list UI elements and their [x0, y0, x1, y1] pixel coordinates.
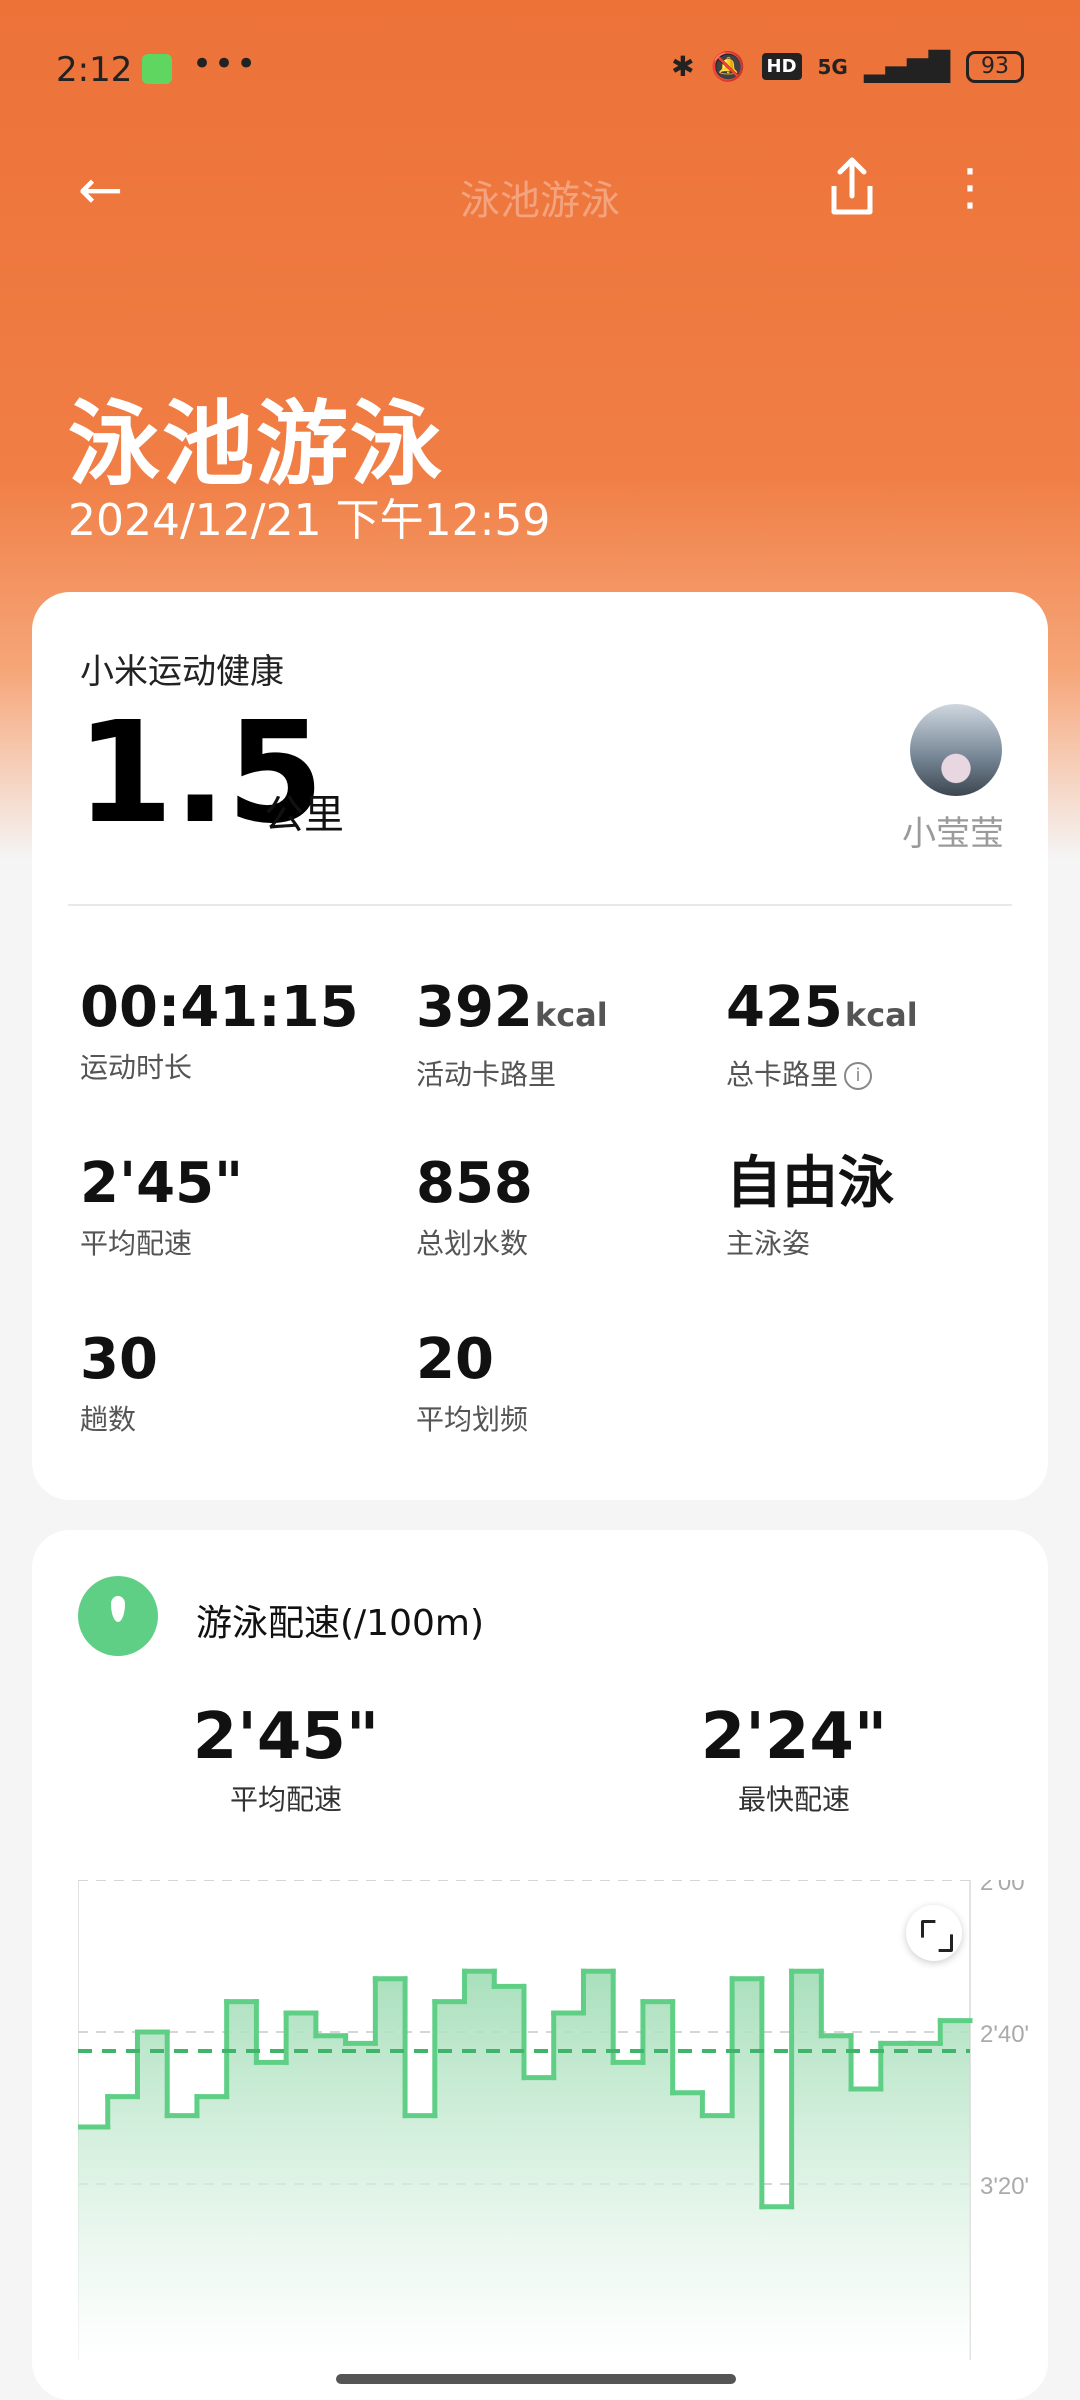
stat-duration: 00:41:15 运动时长 — [80, 978, 359, 1086]
pace-avg: 2'45" 平均配速 — [136, 1700, 436, 1818]
home-indicator[interactable] — [336, 2374, 736, 2384]
stat-value: 2'45" — [80, 1151, 244, 1216]
stat-label: 活动卡路里 — [416, 1058, 557, 1091]
pace-best-value: 2'24" — [700, 1700, 888, 1774]
stat-label: 平均划频 — [416, 1403, 529, 1436]
chart-y-tick-label: 2'00" — [980, 1880, 1028, 1896]
pace-avg-label: 平均配速 — [229, 1783, 342, 1816]
stat-value: 392kcal — [416, 975, 608, 1040]
status-icons: ✱ 🔕 HD 5G ▂▄▆█ 93 — [671, 50, 1024, 83]
chart-y-tick-label: 2'40" — [980, 2021, 1028, 2048]
chart-y-tick-label: 3'20" — [980, 2173, 1028, 2200]
stat-active-calories: 392kcal 活动卡路里 — [416, 978, 608, 1093]
water-drop-icon — [78, 1576, 158, 1656]
distance-unit: 公里 — [264, 792, 344, 838]
stat-label: 总卡路里 — [726, 1058, 839, 1091]
divider — [68, 904, 1012, 906]
stat-label: 平均配速 — [80, 1227, 193, 1260]
stat-value: 30 — [80, 1327, 158, 1392]
stat-main-stroke: 自由泳 主泳姿 — [726, 1154, 894, 1262]
message-notification-icon — [142, 54, 172, 84]
more-notifications-icon: ••• — [192, 44, 259, 84]
pace-best-label: 最快配速 — [737, 1783, 850, 1816]
battery-indicator: 93 — [966, 50, 1024, 83]
stat-total-calories: 425kcal 总卡路里 i — [726, 978, 918, 1093]
workout-datetime: 2024/12/21 下午12:59 — [68, 495, 551, 546]
network-label: 5G — [817, 54, 848, 79]
hd-icon: HD — [761, 53, 802, 80]
more-options-icon[interactable]: ⋮ — [940, 152, 1000, 222]
stat-value: 00:41:15 — [80, 975, 359, 1040]
stat-value: 425kcal — [726, 975, 918, 1040]
stat-value: 自由泳 — [726, 1151, 894, 1216]
stat-value: 858 — [416, 1151, 533, 1216]
bluetooth-icon: ✱ — [671, 50, 695, 83]
top-app-bar: ← 泳池游泳 ⋮ — [0, 140, 1080, 240]
info-icon[interactable]: i — [844, 1062, 873, 1090]
summary-card: 小米运动健康 1.5 公里 小莹莹 00:41:15 运动时长 392kcal … — [32, 592, 1048, 1500]
pace-avg-value: 2'45" — [192, 1700, 380, 1774]
data-source-label: 小米运动健康 — [80, 652, 284, 692]
stat-label: 趟数 — [80, 1403, 137, 1436]
stat-laps: 30 趟数 — [80, 1330, 158, 1438]
pace-card-title: 游泳配速(/100m) — [196, 1603, 485, 1644]
signal-icon: ▂▄▆█ — [863, 50, 950, 83]
pace-chart[interactable]: 2'00" 2'40" 3'20" — [78, 1880, 1028, 2360]
top-bar-title: 泳池游泳 — [460, 178, 620, 224]
stat-label: 总划水数 — [416, 1227, 529, 1260]
stat-label: 运动时长 — [80, 1051, 193, 1084]
status-time: 2:12 — [56, 50, 133, 90]
mute-icon: 🔕 — [710, 50, 746, 83]
stat-label: 主泳姿 — [726, 1227, 811, 1260]
stat-total-strokes: 858 总划水数 — [416, 1154, 533, 1262]
stat-stroke-rate: 20 平均划频 — [416, 1330, 528, 1438]
stat-avg-pace: 2'45" 平均配速 — [80, 1154, 243, 1262]
stat-value: 20 — [416, 1327, 494, 1392]
user-name: 小莹莹 — [902, 814, 1004, 854]
status-bar: 2:12 ••• ✱ 🔕 HD 5G ▂▄▆█ 93 — [56, 40, 1024, 100]
avatar[interactable] — [910, 704, 1002, 796]
pace-best: 2'24" 最快配速 — [644, 1700, 944, 1818]
share-icon[interactable] — [822, 152, 882, 222]
fullscreen-expand-icon[interactable] — [906, 1905, 962, 1961]
